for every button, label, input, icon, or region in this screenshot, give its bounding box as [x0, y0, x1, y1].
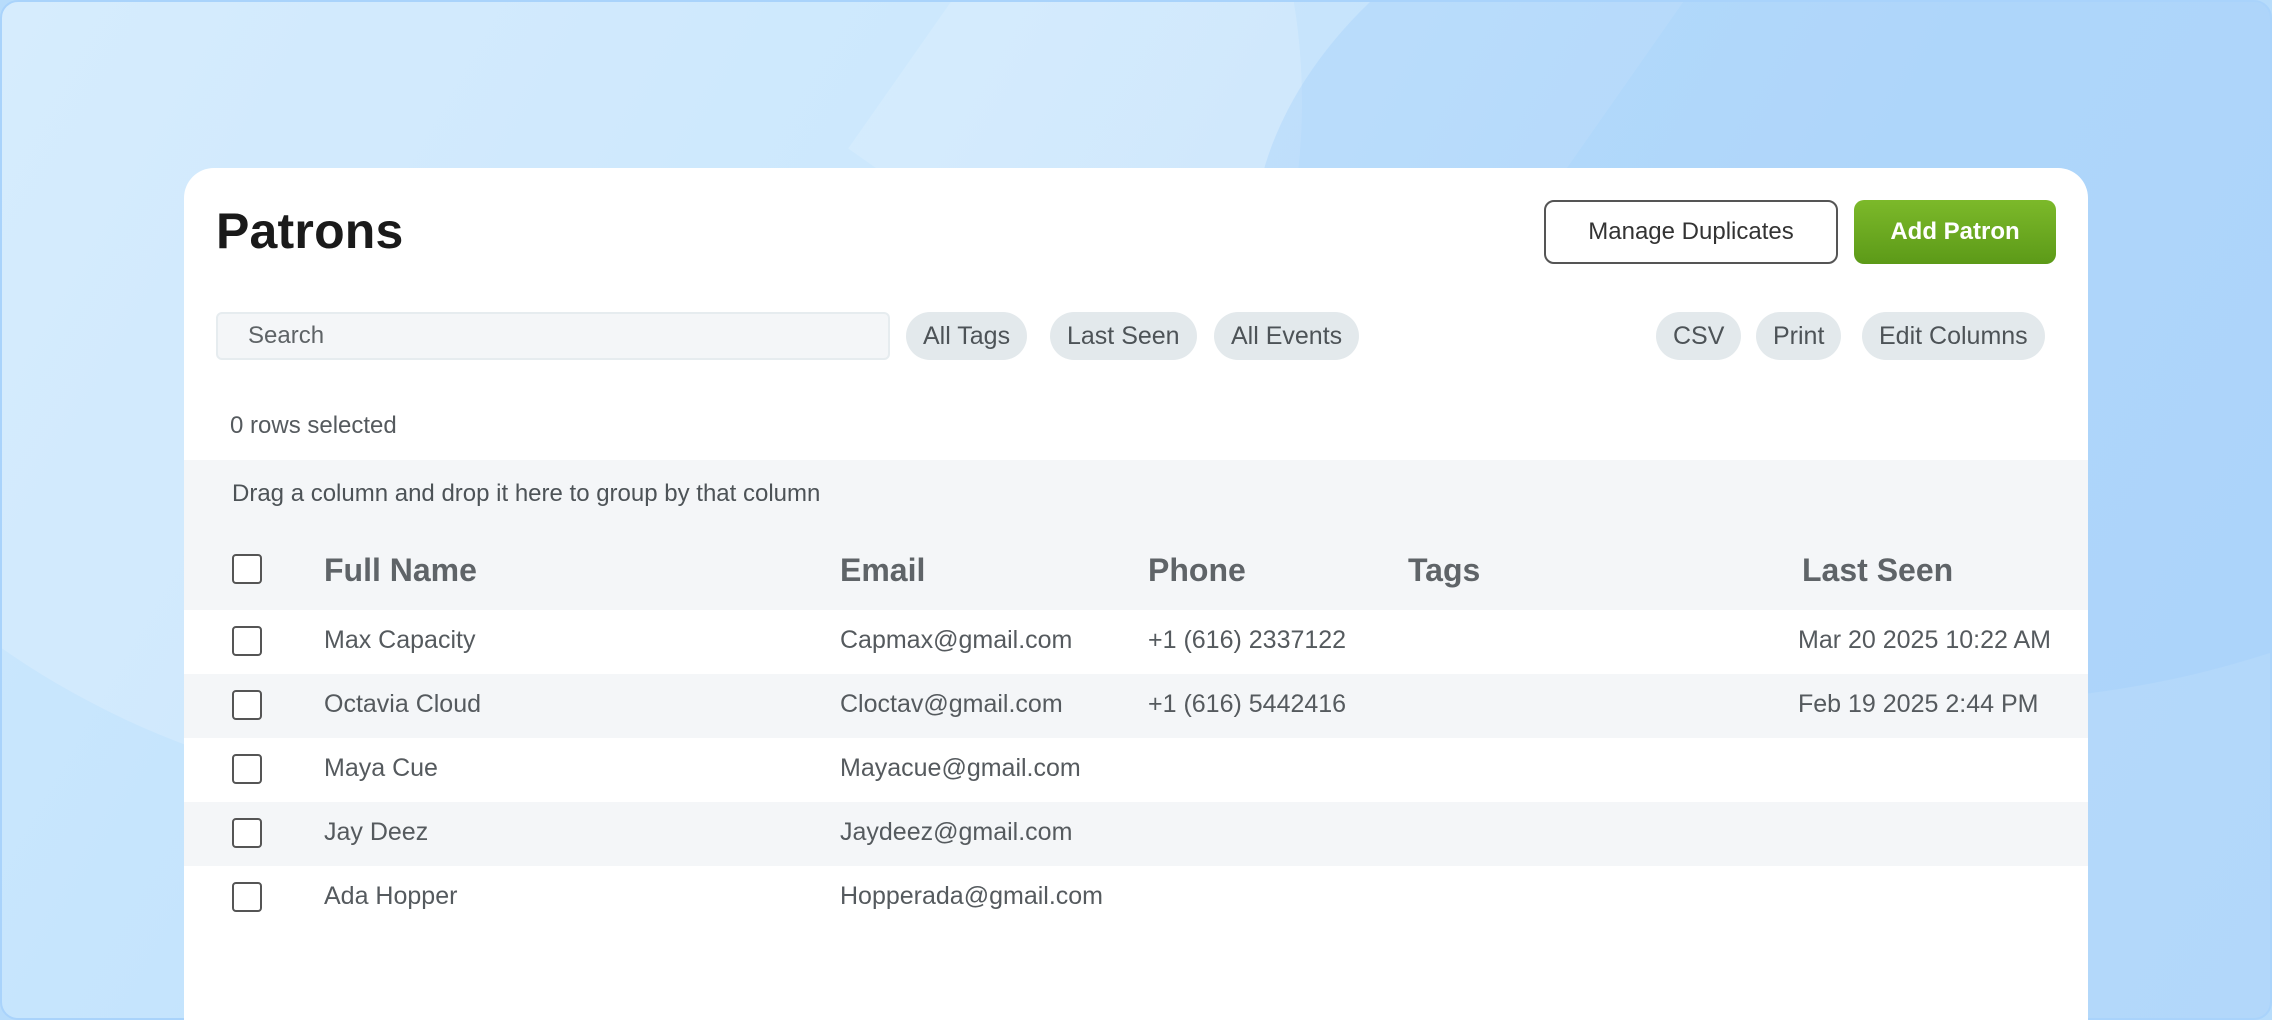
- column-header-full-name[interactable]: Full Name: [324, 552, 477, 589]
- table-row[interactable]: Max Capacity Capmax@gmail.com +1 (616) 2…: [184, 610, 2088, 674]
- table-row[interactable]: Ada Hopper Hopperada@gmail.com: [184, 866, 2088, 930]
- cell-phone: +1 (616) 2337122: [1148, 626, 1347, 654]
- csv-button[interactable]: CSV: [1656, 312, 1742, 360]
- select-all-checkbox[interactable]: [232, 554, 262, 584]
- add-patron-button[interactable]: Add Patron: [1854, 200, 2056, 264]
- row-checkbox[interactable]: [232, 818, 262, 848]
- cell-email: Hopperada@gmail.com: [840, 882, 1104, 910]
- cell-full-name: Maya Cue: [324, 754, 438, 782]
- group-drop-zone[interactable]: Drag a column and drop it here to group …: [184, 460, 2088, 530]
- filter-all-tags[interactable]: All Tags: [906, 312, 1028, 360]
- cell-phone: +1 (616) 5442416: [1148, 690, 1347, 718]
- cell-full-name: Octavia Cloud: [324, 690, 482, 718]
- cell-full-name: Jay Deez: [324, 818, 429, 846]
- column-header-email[interactable]: Email: [840, 552, 925, 589]
- cell-full-name: Ada Hopper: [324, 882, 458, 910]
- rows-selected-status: 0 rows selected: [230, 412, 397, 439]
- filter-all-events[interactable]: All Events: [1214, 312, 1360, 360]
- cell-email: Mayacue@gmail.com: [840, 754, 1081, 782]
- table-row[interactable]: Maya Cue Mayacue@gmail.com: [184, 738, 2088, 802]
- manage-duplicates-button[interactable]: Manage Duplicates: [1544, 200, 1838, 264]
- column-header-phone[interactable]: Phone: [1148, 552, 1246, 589]
- table-header: Full Name Email Phone Tags Last Seen: [184, 530, 2088, 610]
- group-hint-text: Drag a column and drop it here to group …: [232, 480, 821, 507]
- patrons-card: Patrons Manage Duplicates Add Patron All…: [184, 168, 2088, 1020]
- cell-email: Capmax@gmail.com: [840, 626, 1073, 654]
- search-input[interactable]: [216, 312, 890, 360]
- row-checkbox[interactable]: [232, 690, 262, 720]
- filter-last-seen[interactable]: Last Seen: [1050, 312, 1197, 360]
- column-header-last-seen[interactable]: Last Seen: [1802, 552, 1953, 589]
- print-button[interactable]: Print: [1756, 312, 1842, 360]
- row-checkbox[interactable]: [232, 882, 262, 912]
- row-checkbox[interactable]: [232, 754, 262, 784]
- page-title: Patrons: [216, 203, 404, 259]
- cell-last-seen: Feb 19 2025 2:44 PM: [1798, 690, 2039, 718]
- edit-columns-button[interactable]: Edit Columns: [1862, 312, 2045, 360]
- row-checkbox[interactable]: [232, 626, 262, 656]
- table-row[interactable]: Octavia Cloud Cloctav@gmail.com +1 (616)…: [184, 674, 2088, 738]
- cell-last-seen: Mar 20 2025 10:22 AM: [1798, 626, 2051, 654]
- cell-email: Jaydeez@gmail.com: [840, 818, 1073, 846]
- column-header-tags[interactable]: Tags: [1408, 552, 1480, 589]
- cell-email: Cloctav@gmail.com: [840, 690, 1063, 718]
- cell-full-name: Max Capacity: [324, 626, 476, 654]
- table-row[interactable]: Jay Deez Jaydeez@gmail.com: [184, 802, 2088, 866]
